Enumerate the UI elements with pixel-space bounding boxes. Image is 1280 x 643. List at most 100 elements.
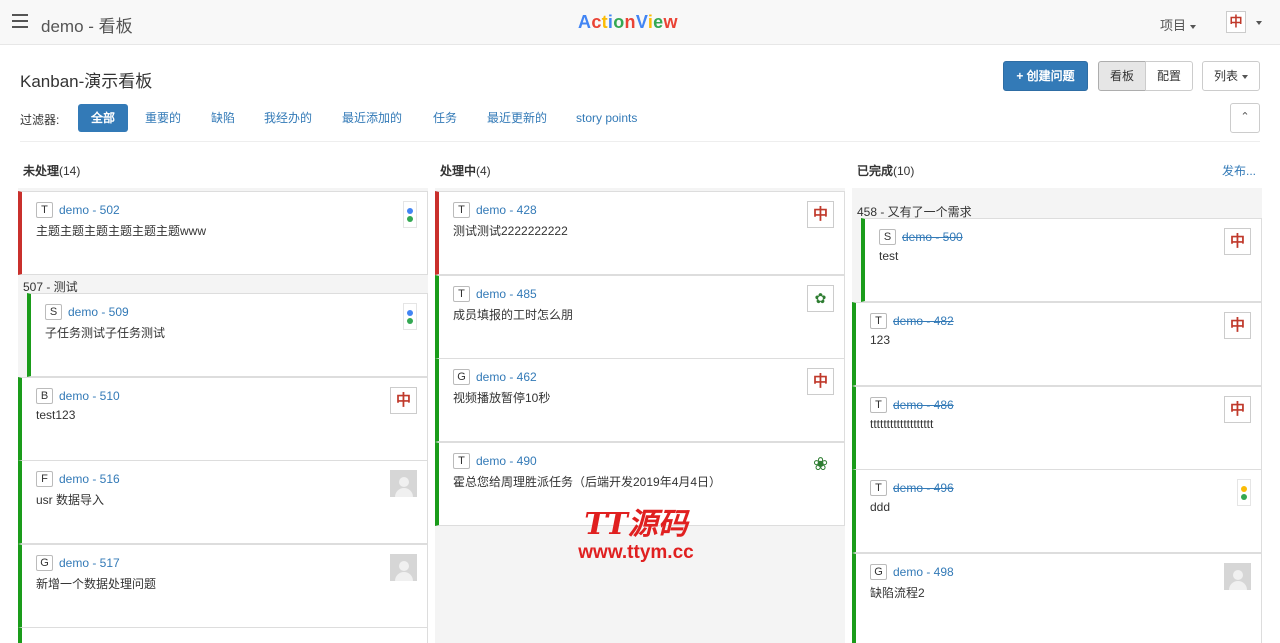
issue-type-badge: T xyxy=(453,453,470,469)
issue-key-link[interactable]: demo - 486 xyxy=(893,398,954,412)
caret-down-icon xyxy=(1190,24,1197,29)
issue-card[interactable]: S demo - 509 子任务测试子任务测试 xyxy=(27,293,428,377)
issue-type-badge: S xyxy=(45,304,62,320)
issue-summary: ddd xyxy=(870,500,891,514)
watermark-line2: www.ttym.cc xyxy=(578,542,694,563)
caret-down-icon xyxy=(1242,74,1248,79)
issue-card[interactable]: G demo - 498 缺陷流程2 xyxy=(852,553,1262,643)
filter-recently-updated[interactable]: 最近更新的 xyxy=(474,104,560,132)
issue-key-link[interactable]: demo - 498 xyxy=(893,565,954,579)
column-title: 已完成 xyxy=(857,164,894,178)
issue-card[interactable]: T demo - 486 ttttttttttttttttttt 中 xyxy=(852,386,1262,470)
issue-type-badge: T xyxy=(36,202,53,218)
cartoon-avatar-icon: ❀ xyxy=(807,452,834,479)
issue-key-link[interactable]: demo - 516 xyxy=(59,472,120,486)
issue-key-link[interactable]: demo - 509 xyxy=(68,305,129,319)
issue-key-link[interactable]: demo - 490 xyxy=(476,454,537,468)
issue-card[interactable]: G demo - 517 新增一个数据处理问题 xyxy=(18,544,428,628)
assignee-avatar: 中 xyxy=(1224,396,1251,423)
issue-type-badge: G xyxy=(870,564,887,580)
issue-summary: 子任务测试子任务测试 xyxy=(45,326,166,340)
create-issue-button[interactable]: + 创建问题 xyxy=(1003,61,1088,91)
issue-summary: 成员填报的工时怎么朋 xyxy=(453,308,574,322)
issue-summary: ttttttttttttttttttt xyxy=(870,417,934,431)
issue-key-link[interactable]: demo - 510 xyxy=(59,389,120,403)
issue-type-badge: T xyxy=(870,480,887,496)
filter-important[interactable]: 重要的 xyxy=(132,104,194,132)
issue-summary: 测试测试2222222222 xyxy=(453,224,568,238)
collapse-filters-button[interactable]: ⌃ xyxy=(1230,103,1260,133)
filter-assigned-to-me[interactable]: 我经办的 xyxy=(251,104,325,132)
filter-label: 过滤器: xyxy=(20,113,60,127)
issue-card[interactable]: T demo - 485 成员填报的工时怎么朋 ✿ xyxy=(435,275,845,359)
brand-letter: c xyxy=(591,12,602,32)
issue-card[interactable]: T demo - 496 ddd xyxy=(852,469,1262,553)
filter-bug[interactable]: 缺陷 xyxy=(198,104,248,132)
filter-story-points[interactable]: story points xyxy=(563,104,650,132)
issue-type-badge: B xyxy=(36,388,53,404)
assignee-avatar xyxy=(1237,479,1251,506)
column-header-todo: 未处理(14) xyxy=(23,162,80,179)
assignee-avatar: 中 xyxy=(807,368,834,395)
assignee-avatar xyxy=(403,201,417,228)
flower-avatar-icon: ✿ xyxy=(807,285,834,312)
watermark: TT源码 www.ttym.cc xyxy=(561,508,711,564)
brand-letter: A xyxy=(578,12,592,32)
issue-key-link[interactable]: demo - 517 xyxy=(59,556,120,570)
brand-logo[interactable]: ActionView xyxy=(578,12,678,33)
assignee-avatar: 中 xyxy=(390,387,417,414)
issue-summary: 霍总您给周理胜派任务（后端开发2019年4月4日） xyxy=(453,475,722,489)
issue-key-link[interactable]: demo - 462 xyxy=(476,370,537,384)
menu-icon[interactable] xyxy=(12,14,28,28)
issue-key-link[interactable]: demo - 500 xyxy=(902,230,963,244)
config-button[interactable]: 配置 xyxy=(1145,61,1193,91)
issue-key-link[interactable]: demo - 485 xyxy=(476,287,537,301)
issue-card[interactable]: B demo - 510 test123 中 xyxy=(18,377,428,461)
brand-letter: w xyxy=(663,12,678,32)
double-chevron-up-icon: ⌃ xyxy=(1240,111,1250,123)
filter-recently-added[interactable]: 最近添加的 xyxy=(329,104,415,132)
issue-card[interactable]: T demo - 502 主题主题主题主题主题主题www xyxy=(18,191,428,275)
list-view-dropdown[interactable]: 列表 xyxy=(1202,61,1260,91)
issue-type-badge: T xyxy=(453,202,470,218)
projects-menu[interactable]: 项目 xyxy=(1160,15,1197,34)
default-avatar-icon xyxy=(390,470,417,497)
assignee-avatar: 中 xyxy=(1224,228,1251,255)
filter-all[interactable]: 全部 xyxy=(78,104,129,132)
issue-type-badge: T xyxy=(870,397,887,413)
issue-card[interactable]: F demo - 516 usr 数据导入 xyxy=(18,460,428,544)
header-divider xyxy=(20,141,1260,142)
issue-type-badge: G xyxy=(453,369,470,385)
issue-summary: 缺陷流程2 xyxy=(870,586,925,600)
assignee-avatar xyxy=(403,303,417,330)
issue-key-link[interactable]: demo - 502 xyxy=(59,203,120,217)
issue-summary: 123 xyxy=(870,333,891,347)
column-count: (10) xyxy=(893,164,915,178)
default-avatar-icon xyxy=(390,554,417,581)
issue-card[interactable]: T demo - 482 123 中 xyxy=(852,302,1262,386)
issue-key-link[interactable]: demo - 496 xyxy=(893,481,954,495)
brand-letter: n xyxy=(624,12,636,32)
issue-card[interactable]: S demo - 500 test 中 xyxy=(861,218,1262,302)
issue-summary: 新增一个数据处理问题 xyxy=(36,577,157,591)
current-project-title[interactable]: demo - 看板 xyxy=(41,12,133,37)
list-view-label: 列表 xyxy=(1213,69,1238,83)
column-header-in-progress: 处理中(4) xyxy=(440,162,491,179)
brand-letter: o xyxy=(613,12,625,32)
user-avatar[interactable]: 中 xyxy=(1226,11,1246,33)
issue-type-badge: G xyxy=(36,555,53,571)
issue-key-link[interactable]: demo - 482 xyxy=(893,314,954,328)
issue-card[interactable] xyxy=(18,627,428,643)
issue-card[interactable]: G demo - 462 视频播放暂停10秒 中 xyxy=(435,358,845,442)
issue-type-badge: T xyxy=(453,286,470,302)
board-view-button[interactable]: 看板 xyxy=(1098,61,1146,91)
top-navbar: demo - 看板 ActionView 项目 中 xyxy=(0,0,1280,45)
column-header-done: 已完成(10) xyxy=(857,162,914,179)
issue-card[interactable]: T demo - 428 测试测试2222222222 中 xyxy=(435,191,845,275)
issue-summary: 视频播放暂停10秒 xyxy=(453,391,551,405)
issue-key-link[interactable]: demo - 428 xyxy=(476,203,537,217)
release-link[interactable]: 发布... xyxy=(1222,162,1256,179)
filter-task[interactable]: 任务 xyxy=(420,104,470,132)
assignee-avatar: 中 xyxy=(1224,312,1251,339)
user-menu-caret-icon[interactable] xyxy=(1256,21,1262,25)
